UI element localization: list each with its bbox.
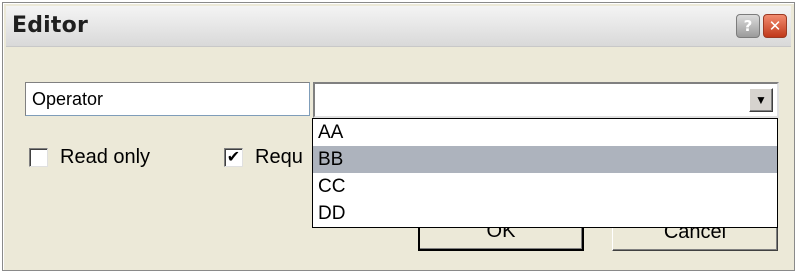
dropdown-item-cc[interactable]: CC xyxy=(313,173,777,200)
help-icon: ? xyxy=(743,17,753,35)
combo-dropdown-list: AA BB CC DD xyxy=(312,118,778,228)
checkmark-icon: ✔ xyxy=(226,148,241,166)
required-checkbox-box[interactable]: ✔ xyxy=(224,148,243,167)
value-combobox[interactable]: ▼ xyxy=(313,82,779,118)
required-label: Requ xyxy=(255,146,303,168)
help-button[interactable]: ? xyxy=(736,14,760,38)
chevron-down-icon: ▼ xyxy=(755,93,767,107)
read-only-checkbox[interactable]: Read only xyxy=(29,146,150,169)
close-button[interactable]: ✕ xyxy=(763,14,787,38)
close-icon: ✕ xyxy=(768,17,782,35)
read-only-checkbox-box[interactable] xyxy=(29,148,48,167)
dropdown-item-bb[interactable]: BB xyxy=(313,146,777,173)
dropdown-item-aa[interactable]: AA xyxy=(313,119,777,146)
combo-dropdown-button[interactable]: ▼ xyxy=(749,88,773,112)
read-only-label: Read only xyxy=(60,146,151,168)
name-field[interactable]: Operator xyxy=(25,82,310,116)
title-bar[interactable]: Editor ? ✕ xyxy=(6,6,791,47)
required-checkbox[interactable]: ✔ Requ xyxy=(224,146,303,169)
dropdown-item-dd[interactable]: DD xyxy=(313,200,777,227)
window-title: Editor xyxy=(12,13,88,38)
